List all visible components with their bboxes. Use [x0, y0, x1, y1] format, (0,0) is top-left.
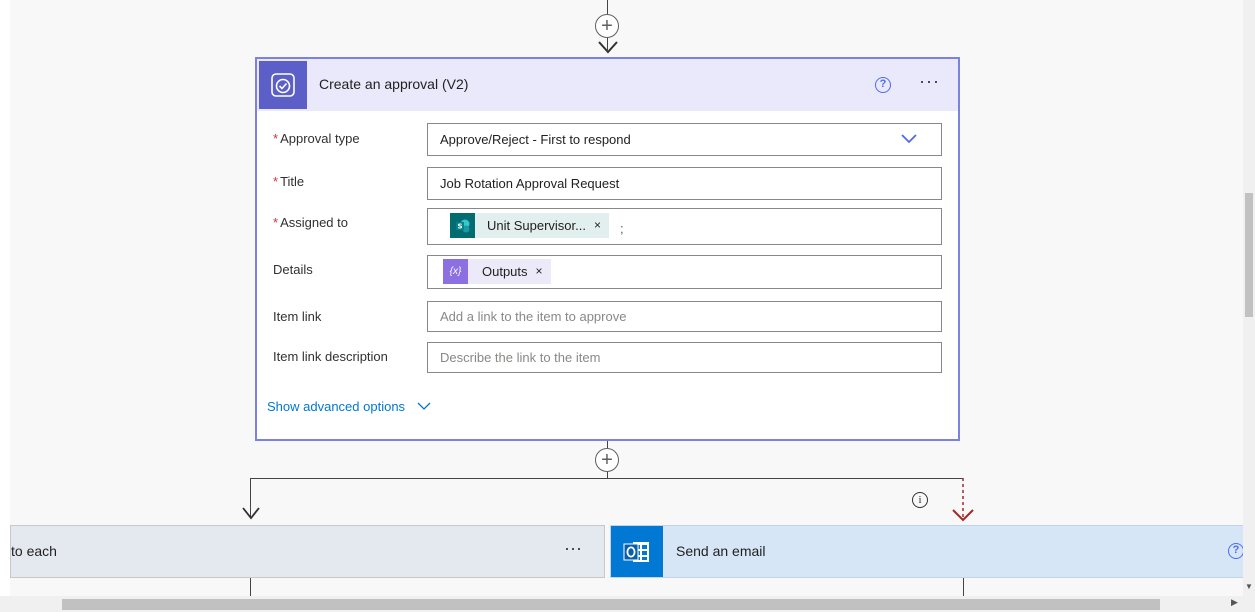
item-link-description-input[interactable]: Describe the link to the item	[427, 342, 942, 373]
approval-type-label: * Approval type	[273, 131, 360, 146]
insert-step-button-top[interactable]: +	[595, 14, 619, 38]
dynamic-content-token[interactable]: S Unit Supervisor... ×	[450, 210, 610, 241]
branch-connector-line	[250, 478, 963, 479]
more-options-icon[interactable]: ···	[564, 538, 582, 559]
sharepoint-icon: S	[450, 213, 475, 238]
title-value: Job Rotation Approval Request	[440, 176, 620, 191]
card-header[interactable]: Create an approval (V2) ? ···	[257, 59, 958, 111]
more-options-icon[interactable]: ···	[919, 71, 940, 92]
connector-line-top	[607, 0, 608, 14]
apply-to-each-card[interactable]: to each ···	[10, 525, 605, 578]
apply-to-each-title: to each	[11, 543, 57, 559]
assigned-to-label: * Assigned to	[273, 215, 348, 230]
expression-token[interactable]: {x} Outputs ×	[443, 259, 551, 284]
assigned-to-input[interactable]: S Unit Supervisor... × ;	[427, 208, 942, 245]
chevron-down-icon[interactable]	[901, 133, 917, 145]
details-label: Details	[273, 262, 313, 277]
create-approval-card[interactable]: Create an approval (V2) ? ··· * Approval …	[255, 57, 960, 441]
title-label: * Title	[273, 174, 305, 189]
token-label: Unit Supervisor...	[487, 218, 586, 233]
item-link-description-label: Item link description	[273, 349, 388, 364]
token-separator: ;	[620, 221, 624, 236]
canvas-edge	[0, 0, 10, 612]
dashed-arrow-icon	[952, 478, 974, 522]
details-input[interactable]: {x} Outputs ×	[427, 255, 942, 289]
remove-token-icon[interactable]: ×	[594, 210, 601, 241]
card-title: Create an approval (V2)	[319, 76, 469, 92]
connector-line-mid	[607, 441, 608, 448]
required-mark: *	[273, 215, 279, 230]
insert-step-button-mid[interactable]: +	[595, 448, 619, 472]
approval-type-value: Approve/Reject - First to respond	[440, 132, 631, 147]
remove-token-icon[interactable]: ×	[536, 256, 543, 287]
chevron-down-icon	[417, 402, 431, 410]
item-link-label: Item link	[273, 309, 322, 324]
send-email-title: Send an email	[676, 543, 766, 559]
connector-line-below-right	[963, 578, 964, 596]
approval-check-icon	[259, 61, 307, 109]
arrow-down-icon	[598, 41, 618, 54]
arrow-down-icon	[242, 507, 260, 520]
token-label: Outputs	[482, 264, 528, 279]
outlook-icon	[611, 526, 663, 577]
approval-type-dropdown[interactable]: Approve/Reject - First to respond	[427, 123, 942, 156]
required-mark: *	[273, 131, 279, 146]
scroll-right-arrow-icon[interactable]: ▶	[1231, 597, 1238, 608]
horizontal-scrollbar-thumb[interactable]	[62, 599, 1160, 610]
title-input[interactable]: Job Rotation Approval Request	[427, 167, 942, 200]
expression-icon: {x}	[443, 259, 468, 284]
connector-line-below-left	[250, 578, 251, 596]
vertical-scrollbar-thumb[interactable]	[1245, 193, 1253, 317]
send-email-card[interactable]: Send an email ?	[610, 525, 1255, 578]
item-link-input[interactable]: Add a link to the item to approve	[427, 301, 942, 332]
help-icon[interactable]: ?	[1228, 543, 1244, 559]
scroll-down-arrow-icon[interactable]: ▼	[1245, 582, 1253, 591]
info-icon[interactable]: i	[912, 492, 928, 508]
svg-text:S: S	[457, 222, 462, 230]
show-advanced-options-link[interactable]: Show advanced options	[267, 399, 431, 414]
item-link-placeholder: Add a link to the item to approve	[440, 309, 627, 324]
item-link-description-placeholder: Describe the link to the item	[440, 350, 601, 365]
required-mark: *	[273, 174, 279, 189]
help-icon[interactable]: ?	[875, 77, 891, 93]
